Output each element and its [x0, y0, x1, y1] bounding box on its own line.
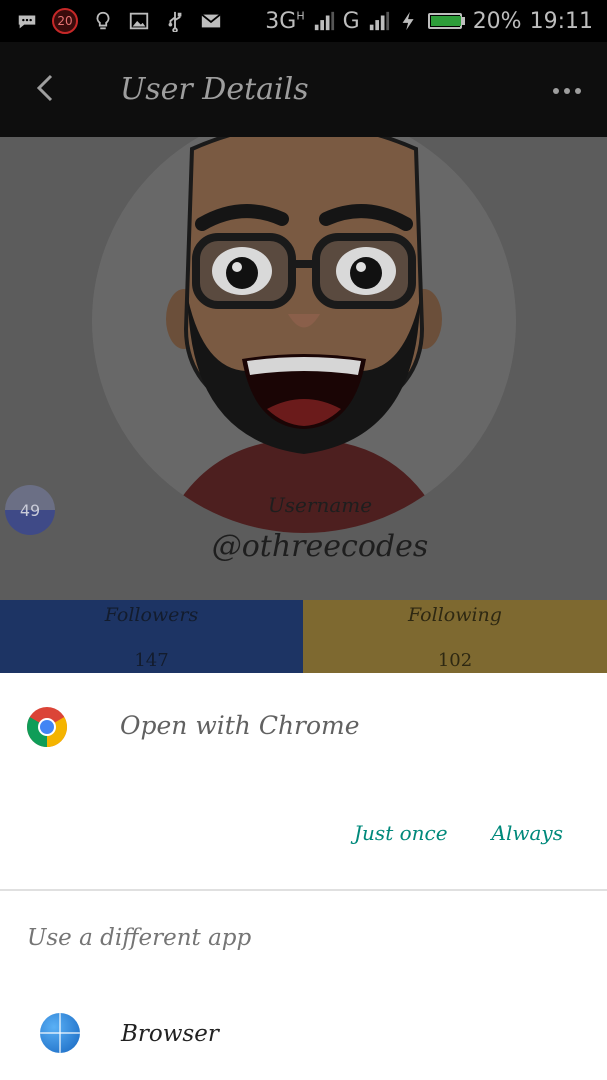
open-with-label: Open with Chrome — [120, 711, 360, 740]
chrome-icon — [27, 707, 67, 747]
battery-percent: 20% — [472, 8, 522, 34]
profile-content: 49 Username @othreecodes Followers 147 F… — [0, 137, 607, 673]
page-title: User Details — [120, 72, 309, 107]
app-name-browser: Browser — [121, 1021, 219, 1047]
lightbulb-icon — [92, 10, 114, 32]
network-g: G — [342, 8, 360, 34]
following-label: Following — [408, 604, 502, 626]
browser-icon — [40, 1013, 80, 1053]
app-bar: User Details — [0, 42, 607, 137]
charging-icon — [398, 10, 420, 32]
followers-count: 147 — [134, 650, 169, 671]
username-handle: @othreecodes — [211, 529, 429, 564]
app-list-item-browser[interactable]: Browser — [0, 993, 607, 1073]
battery-icon — [427, 13, 465, 29]
chrome-app-row[interactable]: Open with Chrome — [0, 673, 607, 783]
back-arrow-icon — [33, 73, 57, 107]
usb-icon — [164, 10, 186, 32]
signal-icon — [368, 10, 390, 32]
following-stat[interactable]: Following 102 — [303, 600, 607, 673]
just-once-button[interactable]: Just once — [354, 821, 448, 845]
followers-stat[interactable]: Followers 147 — [0, 600, 303, 673]
different-app-heading: Use a different app — [27, 925, 252, 951]
more-options-button[interactable] — [527, 42, 607, 137]
avatar[interactable] — [92, 137, 516, 533]
notification-badge: 20 — [52, 8, 78, 34]
open-with-sheet: Open with Chrome Just once Always Use a … — [0, 673, 607, 1080]
avatar-illustration — [92, 137, 516, 533]
followers-label: Followers — [104, 604, 199, 626]
following-count: 102 — [437, 650, 473, 671]
status-bar: 20 3GH G 20% 19:11 — [0, 0, 607, 42]
network-3g: 3GH — [265, 8, 305, 34]
more-horizontal-icon — [552, 80, 582, 99]
divider — [0, 889, 607, 891]
message-icon — [16, 10, 38, 32]
chooser-actions: Just once Always — [354, 821, 607, 845]
clock: 19:11 — [529, 8, 593, 34]
username-label: Username — [267, 493, 373, 517]
signal-icon — [313, 10, 335, 32]
back-button[interactable] — [0, 42, 90, 137]
stats-row: Followers 147 Following 102 — [0, 600, 607, 673]
network-3g-h: H — [296, 9, 305, 23]
image-icon — [128, 10, 150, 32]
mail-icon — [200, 10, 222, 32]
always-button[interactable]: Always — [492, 821, 563, 845]
